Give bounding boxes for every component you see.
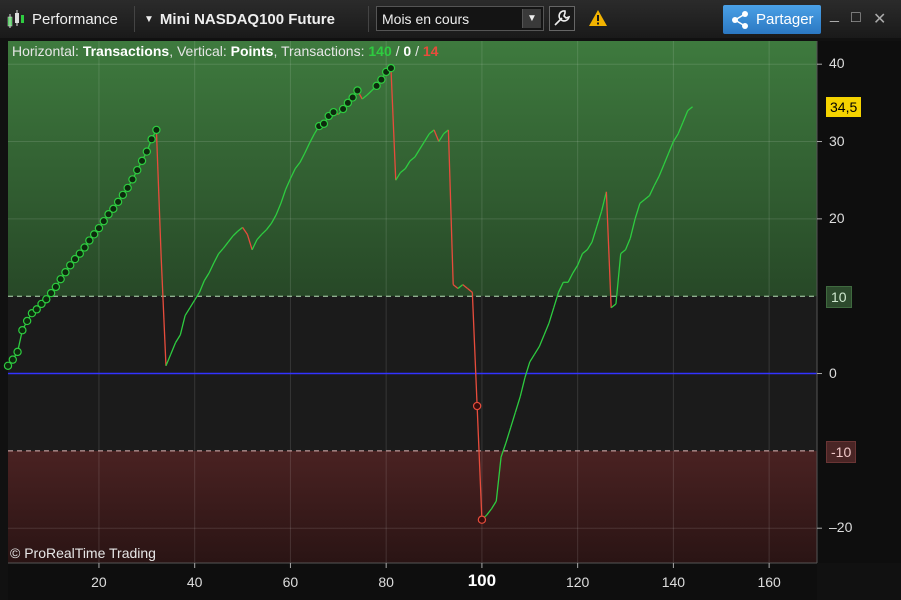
curve-point (386, 63, 396, 73)
share-button[interactable]: Partager (723, 5, 821, 34)
curve-point (472, 401, 482, 411)
maximize-button[interactable]: □ (851, 9, 861, 27)
curve-point (137, 156, 147, 166)
instrument-name: Mini NASDAQ100 Future (159, 10, 335, 28)
x-tick-label: 40 (186, 574, 203, 590)
y-tick-label: 0 (829, 364, 837, 381)
curve-point (3, 361, 13, 370)
curve-point (18, 326, 27, 335)
legend-v-prefix: , Vertical: (169, 43, 231, 59)
instrument-selector[interactable]: ▼ Mini NASDAQ100 Future (144, 6, 335, 32)
curve-point (22, 316, 32, 326)
x-tick-label: 120 (565, 574, 590, 590)
toolbar: Performance ▼ Mini NASDAQ100 Future Mois… (0, 0, 901, 39)
curve-point (42, 295, 51, 304)
curve-point (128, 175, 137, 184)
curve-point (118, 190, 128, 200)
curve-point (80, 243, 89, 252)
dropdown-arrow-icon: ▼ (144, 13, 154, 25)
curve-point (85, 236, 94, 245)
level-badge: 10 (826, 286, 852, 309)
curve-point (99, 216, 108, 226)
legend-v-value: Points (230, 43, 274, 59)
share-icon (732, 11, 748, 29)
x-tick-label: 80 (378, 574, 394, 590)
y-tick-label: –20 (829, 519, 853, 536)
x-tick-label: 140 (661, 574, 686, 590)
curve-point (51, 282, 61, 292)
curve-point (61, 268, 70, 277)
legend-sep: / (391, 43, 404, 59)
legend-wins: 140 (368, 43, 392, 59)
candlestick-icon (7, 10, 24, 28)
curve-point (142, 147, 152, 156)
curve-point (353, 86, 362, 95)
performance-menu[interactable]: Performance (6, 6, 118, 32)
curve-point (46, 288, 56, 298)
curve-point (89, 230, 99, 239)
curve-point (348, 93, 357, 102)
curve-point (75, 249, 85, 258)
curve-point (109, 204, 118, 214)
y-tick-label: 20 (829, 209, 845, 226)
toolbar-divider (368, 6, 369, 32)
minimize-button[interactable]: _ (830, 6, 839, 24)
legend-losses: 14 (422, 43, 439, 59)
x-tick-label: 100 (467, 571, 497, 590)
curve-point (329, 107, 338, 117)
positive-zone (8, 41, 817, 297)
curve-point (94, 223, 104, 233)
period-select-value: Mois en cours (382, 11, 470, 27)
share-label: Partager (756, 11, 814, 28)
curve-point (338, 104, 348, 114)
curve-point (133, 165, 142, 175)
legend-t-prefix: , Transactions: (273, 43, 369, 59)
x-tick-label: 160 (757, 574, 781, 590)
legend-sep: / (411, 43, 423, 59)
select-arrow-icon: ▼ (522, 9, 541, 28)
x-axis-bg (8, 563, 817, 600)
curve-point (147, 135, 156, 144)
legend-h-value: Transactions (82, 43, 170, 59)
current-value-badge: 34,5 (826, 96, 862, 117)
performance-title: Performance (32, 10, 118, 28)
curve-point (377, 75, 386, 84)
close-button[interactable]: ✕ (873, 9, 886, 29)
curve-point (123, 183, 132, 193)
toolbar-divider (134, 6, 135, 32)
y-tick-label: 40 (829, 55, 845, 72)
legend-h-prefix: Horizontal: (12, 43, 83, 59)
period-select[interactable]: Mois en cours ▼ (376, 6, 544, 31)
curve-point (152, 125, 161, 135)
x-tick-label: 60 (282, 574, 299, 590)
wrench-icon (554, 10, 571, 26)
curve-point (477, 515, 487, 524)
level-badge: -10 (826, 440, 857, 463)
curve-point (56, 274, 65, 284)
copyright: © ProRealTime Trading (10, 545, 156, 561)
x-tick-label: 20 (91, 574, 107, 590)
curve-point (113, 197, 123, 207)
curve-point (8, 355, 17, 364)
warning-icon[interactable] (588, 9, 608, 32)
curve-point (66, 261, 75, 270)
curve-point (319, 119, 329, 128)
chart-legend: Horizontal: Transactions, Vertical: Poin… (12, 43, 438, 59)
y-tick-label: 30 (829, 132, 845, 149)
settings-button[interactable] (549, 6, 575, 31)
performance-chart[interactable] (0, 38, 901, 600)
curve-point (13, 347, 22, 357)
curve-point (372, 81, 381, 91)
